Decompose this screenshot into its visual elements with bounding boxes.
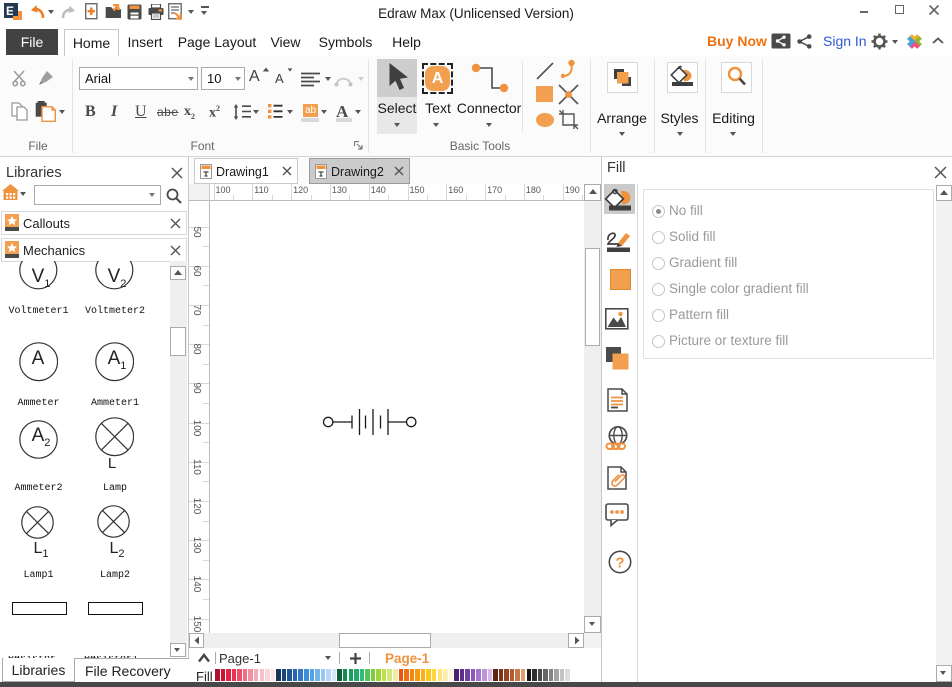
svg-text:?: ? [615,555,624,572]
